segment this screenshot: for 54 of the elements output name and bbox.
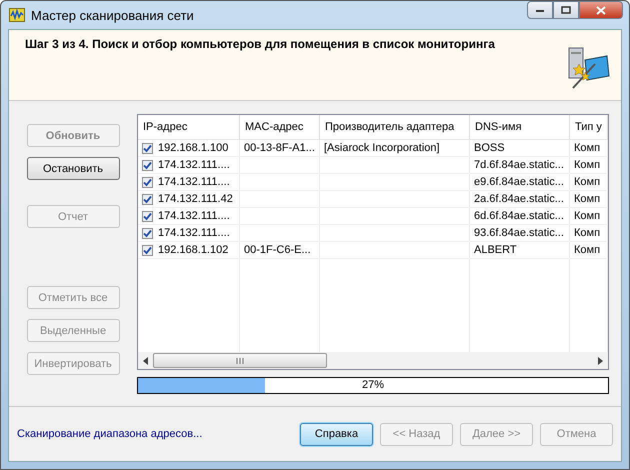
status-text: Сканирование диапазона адресов... — [17, 428, 202, 440]
row-checkbox[interactable] — [142, 160, 153, 170]
column-header[interactable]: Производитель адаптера — [320, 115, 470, 139]
table-cell: ALBERT — [470, 242, 570, 259]
app-icon — [9, 8, 25, 22]
progress-percent: 27% — [362, 378, 384, 393]
scroll-right-icon[interactable] — [597, 356, 604, 364]
table-cell: Комп — [570, 174, 608, 191]
table-cell: Комп — [570, 208, 608, 225]
side-button[interactable]: Остановить — [26, 157, 120, 180]
table-cell: 174.132.111.... — [158, 176, 230, 188]
table-cell: 174.132.111.... — [158, 210, 230, 222]
table-cell: 00-13-8F-A1... — [240, 140, 320, 157]
column-header[interactable]: MAC-адрес — [240, 115, 320, 139]
column-header[interactable]: Тип у — [570, 115, 608, 139]
table-cell: 174.132.111.... — [158, 159, 230, 171]
table-cell: BOSS — [470, 140, 570, 157]
table-cell: Комп — [570, 242, 608, 259]
row-checkbox[interactable] — [142, 194, 153, 204]
row-checkbox[interactable] — [142, 142, 153, 154]
table-cell: 2a.6f.84ae.static... — [470, 191, 570, 208]
row-checkbox[interactable] — [142, 228, 153, 238]
close-icon — [596, 6, 606, 14]
table-cell: 7d.6f.84ae.static... — [470, 157, 570, 174]
scrollbar-thumb[interactable] — [153, 353, 327, 368]
table-cell: Комп — [570, 191, 608, 208]
maximize-button[interactable] — [553, 1, 579, 19]
scroll-left-icon[interactable] — [142, 356, 149, 364]
minimize-icon — [535, 7, 545, 13]
maximize-icon — [561, 6, 571, 14]
dialog-button[interactable]: Справка — [300, 422, 373, 446]
table-cell: 192.168.1.100 — [158, 142, 228, 154]
column-header[interactable]: DNS-имя — [470, 115, 570, 139]
table-cell: Комп — [570, 157, 608, 174]
row-checkbox[interactable] — [142, 210, 153, 222]
close-button[interactable] — [579, 1, 623, 19]
horizontal-scrollbar[interactable] — [138, 352, 608, 369]
table-cell: 192.168.1.102 — [158, 244, 228, 256]
table-cell: 93.6f.84ae.static... — [470, 225, 570, 242]
row-checkbox[interactable] — [142, 244, 153, 256]
table-cell: 174.132.111.42 — [158, 193, 233, 205]
column-header[interactable]: IP-адрес — [138, 115, 240, 139]
table-cell: Комп — [570, 225, 608, 242]
minimize-button[interactable] — [527, 1, 553, 19]
window-title: Мастер сканирования сети — [31, 8, 194, 22]
table-cell: e9.6f.84ae.static... — [470, 174, 570, 191]
table-cell: 6d.6f.84ae.static... — [470, 208, 570, 225]
table-cell: 00-1F-C6-E... — [240, 242, 320, 259]
grip-icon — [236, 358, 244, 364]
row-checkbox[interactable] — [142, 176, 153, 188]
table-cell: 174.132.111.... — [158, 227, 230, 239]
table-cell: Комп — [570, 140, 608, 157]
table-cell: [Asiarock Incorporation] — [320, 140, 470, 157]
step-heading: Шаг 3 из 4. Поиск и отбор компьютеров для помещения в список мониторинга — [25, 37, 495, 53]
